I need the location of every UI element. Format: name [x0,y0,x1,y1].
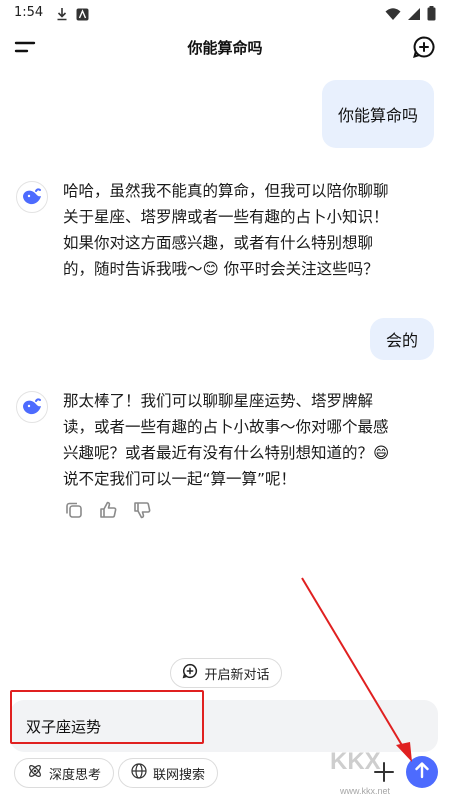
new-chat-icon[interactable] [412,35,436,59]
watermark-url: www.kkx.net [340,786,391,796]
new-chat-label: 开启新对话 [204,667,270,683]
atom-icon [27,763,43,783]
status-bar: 1:54 [0,0,450,28]
text-line: 的，随时告诉我哦～😊 你平时会关注这些吗？ [63,260,379,278]
text-line: 读，或者一些有趣的占卜小故事～你对哪个最感 [63,418,389,436]
user-message-bubble: 你能算命吗 [321,80,434,148]
text-line: 哈哈，虽然我不能真的算命，但我可以陪你聊聊 [63,182,389,200]
text-line: 那太棒了！我们可以聊聊星座运势、塔罗牌解 [63,392,374,410]
web-search-label: 联网搜索 [153,767,206,783]
copy-icon[interactable] [64,500,84,520]
assistant-avatar [16,181,48,213]
app-header: 你能算命吗 [0,28,450,68]
assistant-message-text: 哈哈，虽然我不能真的算命，但我可以陪你聊聊 关于星座、塔罗牌或者一些有趣的占卜小… [63,178,435,282]
annotation-highlight-box [10,690,204,744]
deep-think-label: 深度思考 [49,767,102,783]
app-notification-icon [76,6,89,25]
text-line: 说不定我们可以一起“算一算”呢！ [63,470,297,488]
whale-logo-icon [23,398,41,415]
new-chat-button[interactable]: 开启新对话 [170,658,282,688]
status-time: 1:54 [14,5,44,20]
assistant-message-text: 那太棒了！我们可以聊聊星座运势、塔罗牌解 读，或者一些有趣的占卜小故事～你对哪个… [63,388,435,492]
arrow-up-icon [414,761,430,783]
deep-think-toggle[interactable]: 深度思考 [14,758,115,788]
assistant-avatar [16,391,48,423]
send-button[interactable] [406,756,438,788]
web-search-toggle[interactable]: 联网搜索 [118,758,219,788]
user-message-text: 你能算命吗 [337,106,418,125]
download-icon [56,6,68,25]
page-title: 你能算命吗 [187,39,263,57]
text-line: 关于星座、塔罗牌或者一些有趣的占卜小知识！ [63,208,389,226]
globe-icon [131,763,147,783]
user-message-text: 会的 [385,331,418,350]
whale-logo-icon [23,188,41,205]
text-line: 如果你对这方面感兴趣，或者有什么特别想聊 [63,234,374,252]
battery-icon [427,6,436,25]
message-action-bar [64,500,152,520]
user-message-bubble: 会的 [369,318,434,360]
wifi-icon [385,6,401,25]
thumbs-down-icon[interactable] [132,500,152,520]
thumbs-up-icon[interactable] [98,500,118,520]
plus-icon[interactable] [372,760,396,784]
signal-icon [407,6,421,25]
text-line: 兴趣呢？或者最近有没有什么特别想知道的？😄 [63,444,390,462]
new-chat-small-icon [182,663,198,683]
